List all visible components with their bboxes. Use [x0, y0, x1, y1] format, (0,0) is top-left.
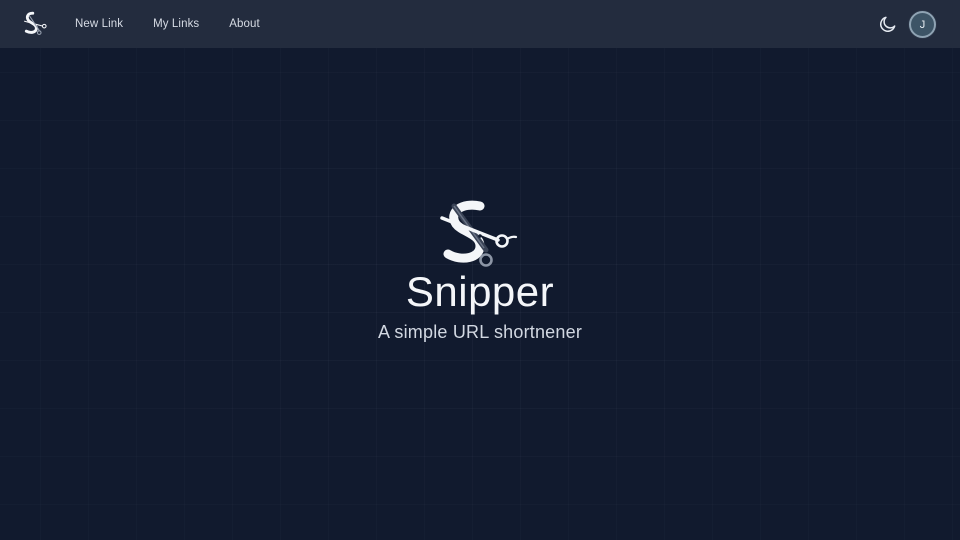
nav-link-my-links[interactable]: My Links	[153, 18, 199, 30]
nav-links: New Link My Links About	[75, 0, 290, 48]
hero-section: Snipper A simple URL shortnener	[0, 0, 960, 540]
page: New Link My Links About J Snipper A simp…	[0, 0, 960, 540]
snipper-logo-icon[interactable]	[22, 11, 50, 37]
app-tagline: A simple URL shortnener	[377, 322, 583, 342]
top-navbar: New Link My Links About J	[0, 0, 960, 48]
user-avatar[interactable]: J	[909, 11, 936, 38]
app-title: Snipper	[405, 268, 555, 315]
nav-link-new-link[interactable]: New Link	[75, 18, 123, 30]
snipper-scissors-logo-icon	[440, 198, 518, 270]
avatar-initial: J	[919, 18, 926, 31]
moon-icon[interactable]	[878, 14, 898, 34]
nav-link-about[interactable]: About	[229, 18, 260, 30]
